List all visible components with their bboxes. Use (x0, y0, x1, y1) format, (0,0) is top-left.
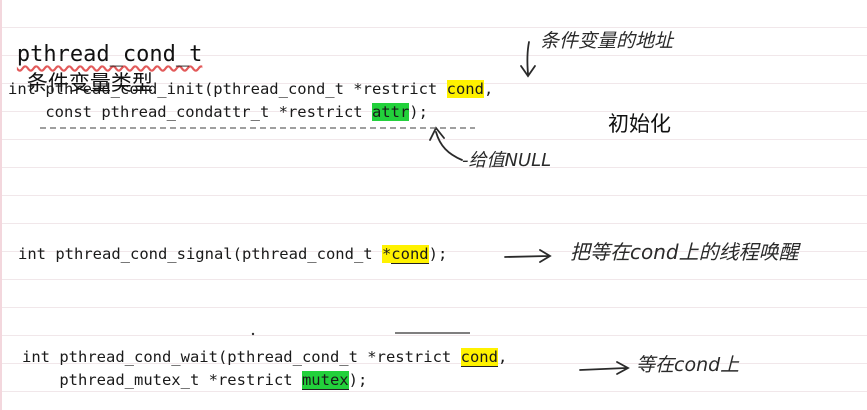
arrow-to-init-cond-icon (520, 41, 536, 78)
note-wait: 等在cond上 (636, 354, 740, 376)
signal-cond-highlight: cond (391, 245, 429, 264)
wait-line-2-end: ); (348, 371, 368, 389)
wait-line-1: int pthread_cond_wait(pthread_cond_t *re… (22, 348, 508, 367)
init-line-1-end: , (483, 80, 494, 98)
wait-line-2: pthread_mutex_t *restrict mutex); (22, 371, 368, 390)
page-margin-line (0, 0, 2, 410)
init-attr-highlight: attr (371, 103, 410, 121)
note-cond-address: 条件变量的地址 (540, 30, 674, 52)
wait-line-1-end: , (497, 348, 508, 366)
note-signal: 把等在cond上的线程唤醒 (570, 240, 799, 264)
signal-star: * (381, 245, 392, 263)
wait-line-1-text: int pthread_cond_wait(pthread_cond_t *re… (22, 348, 461, 366)
init-line-1: int pthread_cond_init(pthread_cond_t *re… (8, 80, 493, 98)
arrow-to-attr-icon (429, 126, 463, 161)
signal-line-text: int pthread_cond_signal(pthread_cond_t (18, 245, 382, 263)
init-label: 初始化 (608, 112, 671, 136)
init-line-2-end: ); (409, 103, 428, 121)
signal-line-end: ); (428, 245, 448, 263)
wait-cond-highlight: cond (460, 348, 498, 367)
wait-line-2-text: pthread_mutex_t *restrict (22, 371, 302, 389)
wait-dot-mark (251, 332, 255, 336)
arrow-signal-icon (504, 249, 552, 263)
title-code: pthread_cond_t (16, 42, 203, 67)
init-line-2-text: const pthread_condattr_t *restrict (8, 103, 372, 121)
wait-mutex-highlight: mutex (301, 371, 349, 390)
init-line-1-text: int pthread_cond_init(pthread_cond_t *re… (8, 80, 447, 98)
init-line-2: const pthread_condattr_t *restrict attr)… (8, 103, 428, 121)
signal-line: int pthread_cond_signal(pthread_cond_t *… (18, 245, 448, 264)
arrow-wait-icon (579, 361, 630, 375)
note-attr-null: -给值NULL (462, 150, 552, 171)
init-cond-highlight: cond (446, 80, 484, 98)
